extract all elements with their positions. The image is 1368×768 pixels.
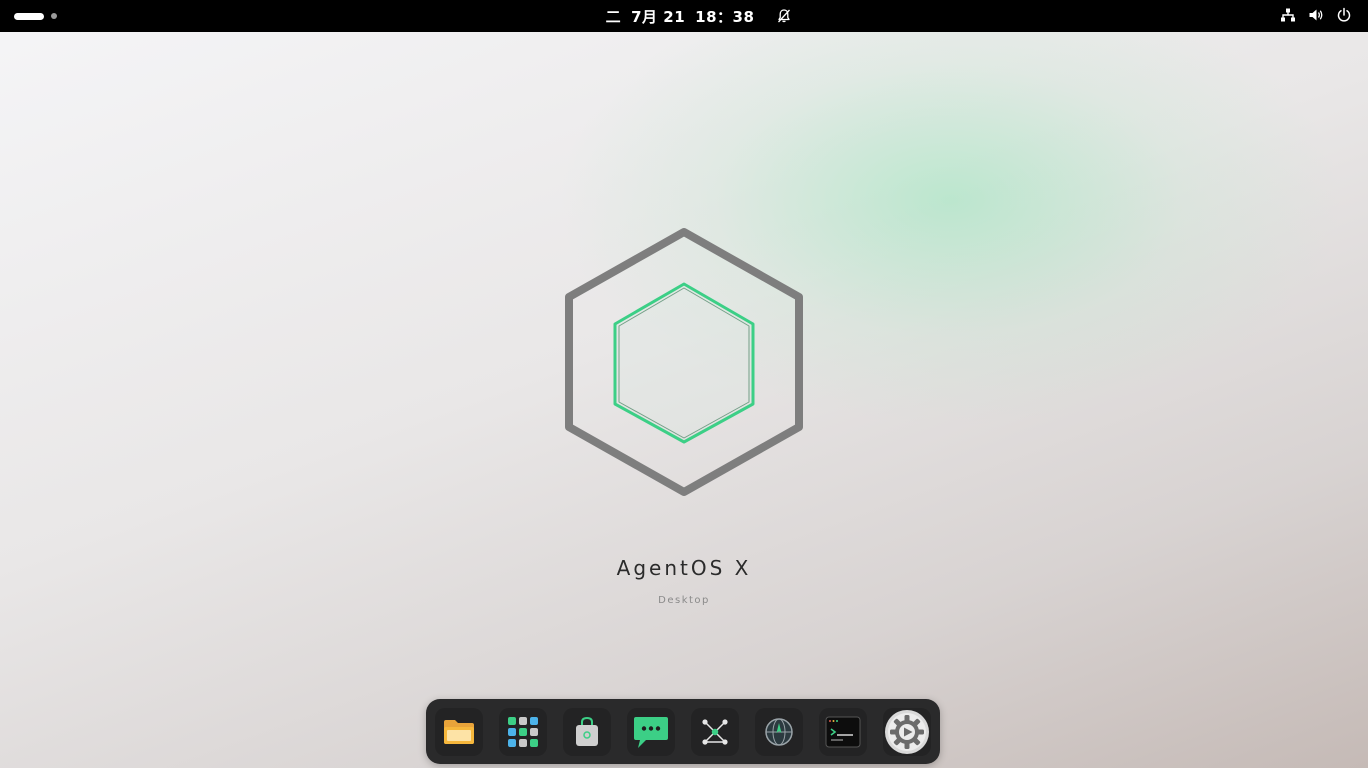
folder-icon xyxy=(444,719,474,744)
graph-nodes-icon xyxy=(702,718,728,745)
chat-bubble-icon xyxy=(634,716,668,748)
clock-menu[interactable]: 二 7月 21 18：38 xyxy=(0,0,1368,32)
dock-app-grid[interactable] xyxy=(499,707,547,756)
brand-title: AgentOS X xyxy=(616,556,752,580)
dock xyxy=(426,699,940,764)
clock-weekday: 二 xyxy=(605,7,622,26)
dock-app-network-graph[interactable] xyxy=(691,707,739,756)
shopping-bag-icon xyxy=(576,716,598,746)
brand-subtitle: Desktop xyxy=(658,595,710,606)
terminal-icon xyxy=(825,716,861,747)
gear-icon xyxy=(885,709,929,754)
app-grid-icon xyxy=(508,716,538,747)
system-tray[interactable] xyxy=(1280,7,1352,23)
clock-time: 18：38 xyxy=(695,7,755,26)
dock-app-settings[interactable] xyxy=(883,707,931,756)
top-bar: 二 7月 21 18：38 xyxy=(0,0,1368,32)
globe-icon xyxy=(765,717,793,746)
dock-app-software-store[interactable] xyxy=(563,707,611,756)
clock-date: 7月 21 xyxy=(631,7,686,26)
logo-inner-hexagon xyxy=(613,282,755,444)
power-icon[interactable] xyxy=(1336,7,1352,23)
dock-app-terminal[interactable] xyxy=(819,707,867,756)
agentos-logo xyxy=(565,228,803,496)
dock-app-files[interactable] xyxy=(435,707,483,756)
dock-app-messages[interactable] xyxy=(627,707,675,756)
network-icon[interactable] xyxy=(1280,7,1296,23)
notifications-muted-icon xyxy=(778,9,791,23)
volume-icon[interactable] xyxy=(1308,7,1324,23)
dock-app-browser[interactable] xyxy=(755,707,803,756)
